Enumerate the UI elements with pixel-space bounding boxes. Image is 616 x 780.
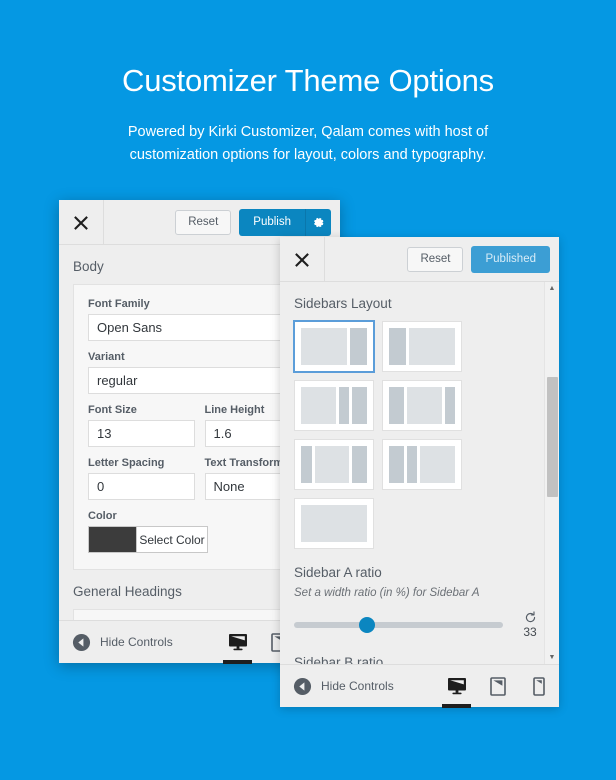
mobile-icon	[532, 676, 545, 696]
slider-value-sidebar-a: 33	[523, 625, 537, 639]
field-color: Color Select Color	[88, 510, 311, 553]
hide-controls-button-front[interactable]: Hide Controls	[293, 677, 394, 696]
field-label: Variant	[88, 351, 125, 363]
slider-track-sidebar-a[interactable]	[294, 616, 503, 634]
close-button-front[interactable]	[280, 237, 325, 282]
close-icon	[295, 252, 309, 267]
hide-controls-button-back[interactable]: Hide Controls	[72, 633, 173, 652]
layout-block-side	[351, 446, 367, 483]
device-button-desktop-front[interactable]	[436, 665, 477, 708]
variant-input[interactable]: regular	[88, 367, 311, 394]
layout-block-side	[389, 387, 404, 424]
front-panel-header: Reset Published	[280, 237, 559, 282]
layout-block-side	[445, 387, 455, 424]
slider-title: Sidebar B ratio	[294, 655, 384, 664]
font-family-input[interactable]: Open Sans	[88, 314, 311, 341]
layout-option-left-sidebar-content-right-sidebar[interactable]	[382, 380, 462, 431]
layout-option-content-two-right-sidebars[interactable]	[294, 380, 374, 431]
scrollbar-thumb[interactable]	[546, 377, 558, 497]
select-color-button[interactable]: Select Color	[136, 526, 208, 553]
layout-block-main	[301, 328, 348, 365]
layout-block-side	[389, 446, 404, 483]
desktop-icon	[447, 678, 466, 695]
close-button-back[interactable]	[59, 200, 104, 245]
field-font-family: Font Family Open Sans	[88, 298, 311, 341]
font-size-input[interactable]: 13	[88, 420, 195, 447]
field-font-size: Font Size 13	[88, 404, 195, 457]
device-button-mobile-front[interactable]	[518, 665, 559, 707]
layout-block-main	[408, 328, 455, 365]
page-title: Customizer Theme Options	[122, 63, 494, 98]
front-panel-body: Sidebars Layout Sidebar A ratio Set a wi…	[280, 282, 559, 664]
gear-icon	[314, 217, 324, 228]
slider-row: 33	[294, 611, 545, 639]
scrollbar-up-arrow[interactable]: ▲	[549, 282, 556, 295]
scrollbar-down-arrow[interactable]: ▼	[549, 651, 556, 664]
slider-thumb-sidebar-a[interactable]	[358, 617, 375, 633]
layout-option-left-sidebar-content-right-sidebar-alt[interactable]	[294, 439, 374, 490]
layout-block-side	[338, 387, 350, 424]
layout-block-main	[407, 387, 443, 424]
field-row-spacing-transform: Letter Spacing 0 Text Transform None	[88, 457, 311, 510]
layout-option-full-width[interactable]	[294, 498, 374, 549]
slider-description: Set a width ratio (in %) for Sidebar A	[294, 587, 480, 599]
layout-block-side	[350, 328, 367, 365]
sidebars-layout-grid	[280, 320, 559, 553]
field-label: Font Family	[88, 298, 150, 310]
slider-side-controls: 33	[515, 611, 545, 639]
field-row-size-lineheight: Font Size 13 Line Height 1.6	[88, 404, 311, 457]
layout-block-side	[352, 387, 368, 424]
field-letter-spacing: Letter Spacing 0	[88, 457, 195, 510]
page-subtitle: Powered by Kirki Customizer, Qalam comes…	[127, 124, 489, 163]
color-picker[interactable]: Select Color	[88, 526, 208, 553]
tablet-icon	[489, 676, 506, 696]
publish-settings-button[interactable]	[305, 209, 331, 236]
field-label: Letter Spacing	[88, 457, 165, 469]
slider-track-fill	[294, 622, 503, 628]
hide-controls-label: Hide Controls	[100, 635, 173, 649]
layout-option-two-left-sidebars-content[interactable]	[382, 439, 462, 490]
publish-button[interactable]: Publish	[239, 209, 305, 236]
published-button: Published	[471, 246, 550, 273]
hide-controls-label: Hide Controls	[321, 679, 394, 693]
letter-spacing-input[interactable]: 0	[88, 473, 195, 500]
reset-button-back[interactable]: Reset	[175, 210, 232, 235]
collapse-left-icon	[293, 677, 312, 695]
device-button-desktop-back[interactable]	[217, 621, 258, 664]
field-variant: Variant regular	[88, 351, 311, 394]
layout-block-side	[301, 446, 313, 483]
layout-option-content-right-sidebar[interactable]	[293, 320, 375, 373]
layout-block-main	[301, 505, 367, 542]
layout-block-main	[301, 387, 336, 424]
front-panel-actions: Reset Published	[325, 237, 559, 282]
layout-block-main	[315, 446, 349, 483]
reset-button-front[interactable]: Reset	[407, 247, 464, 272]
front-panel-footer: Hide Controls	[280, 664, 559, 708]
field-label: Color	[88, 510, 117, 522]
section-title-sidebars-layout: Sidebars Layout	[294, 296, 392, 311]
layout-block-side	[406, 446, 418, 483]
slider-control-sidebar-a: Sidebar A ratio Set a width ratio (in %)…	[280, 553, 559, 643]
reset-icon[interactable]	[524, 611, 537, 624]
hero-section: Customizer Theme Options Powered by Kirk…	[0, 0, 616, 166]
slider-control-sidebar-b: Sidebar B ratio Set a width ratio (in %)…	[280, 643, 559, 664]
layout-option-left-sidebar-content[interactable]	[382, 321, 462, 372]
device-button-tablet-front[interactable]	[477, 665, 518, 707]
customizer-panel-front: Reset Published Sidebars Layout Sidebar …	[280, 237, 559, 708]
close-icon	[74, 215, 88, 230]
device-preview-switcher-front	[436, 665, 559, 708]
publish-group: Publish	[239, 209, 331, 236]
layout-block-main	[420, 446, 456, 483]
panel-scrollbar[interactable]: ▲ ▼	[544, 282, 559, 664]
layout-block-side	[389, 328, 406, 365]
field-label: Font Size	[88, 404, 137, 416]
desktop-icon	[228, 634, 247, 651]
collapse-left-icon	[72, 633, 91, 651]
color-swatch[interactable]	[88, 526, 136, 553]
slider-title: Sidebar A ratio	[294, 565, 382, 580]
